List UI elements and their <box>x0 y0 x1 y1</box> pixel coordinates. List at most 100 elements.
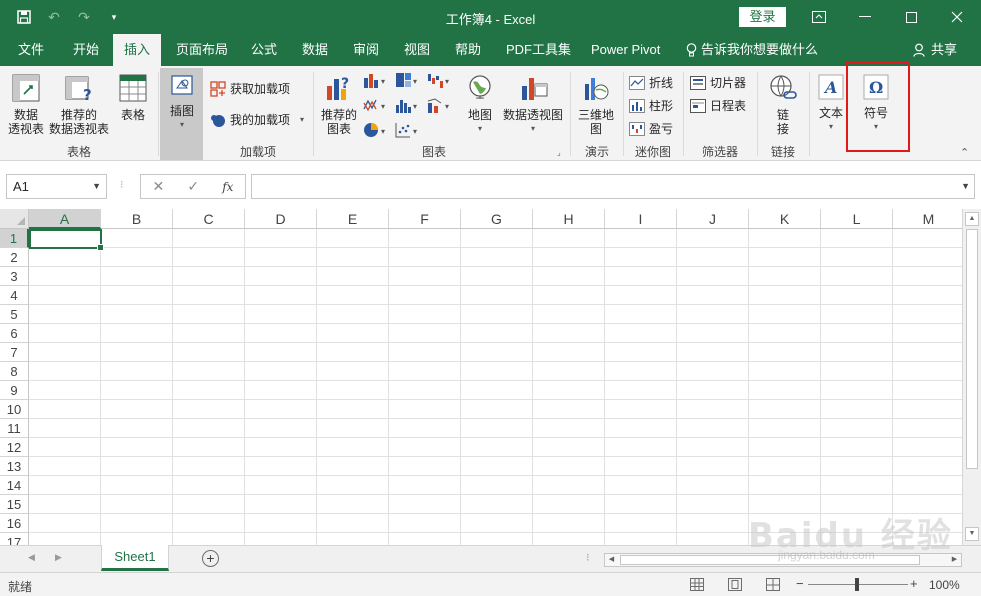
sparkline-column-button[interactable]: 柱形 <box>629 97 673 114</box>
insert-function-icon[interactable]: fx <box>222 180 233 194</box>
row-header[interactable]: 4 <box>0 286 29 305</box>
scatter-chart-icon[interactable]: ▾ <box>395 122 427 141</box>
column-header[interactable]: L <box>821 209 893 229</box>
minimize-icon[interactable] <box>842 0 888 34</box>
page-layout-view-icon[interactable] <box>728 578 742 591</box>
cancel-icon[interactable]: ✕ <box>153 178 165 195</box>
prev-sheet-icon[interactable]: ◀ <box>28 552 35 563</box>
zoom-in-icon[interactable]: + <box>910 576 918 591</box>
column-header[interactable]: K <box>749 209 821 229</box>
my-addins-button[interactable]: 我的加载项 ▾ <box>210 111 304 128</box>
tab-file[interactable]: 文件 <box>18 34 44 66</box>
map-button[interactable]: 地图 ▾ <box>462 74 498 136</box>
sparkline-line-button[interactable]: 折线 <box>629 74 673 91</box>
share-button[interactable]: 共享 <box>913 34 957 66</box>
statistic-chart-icon[interactable]: ▾ <box>395 97 427 116</box>
row-header[interactable]: 10 <box>0 400 29 419</box>
chevron-down-icon[interactable]: ▼ <box>92 175 101 198</box>
row-header[interactable]: 12 <box>0 438 29 457</box>
sparkline-winloss-button[interactable]: 盈亏 <box>629 120 673 137</box>
tab-page-layout[interactable]: 页面布局 <box>176 34 228 66</box>
vertical-scrollbar[interactable]: ▲ ▼ <box>962 209 981 545</box>
link-button[interactable]: 链 接 <box>764 74 802 136</box>
row-header[interactable]: 16 <box>0 514 29 533</box>
column-header[interactable]: I <box>605 209 677 229</box>
column-header[interactable]: D <box>245 209 317 229</box>
pivot-chart-button[interactable]: 数据透视图 ▾ <box>500 74 566 136</box>
column-header[interactable]: E <box>317 209 389 229</box>
tab-formulas[interactable]: 公式 <box>251 34 277 66</box>
scroll-down-icon[interactable]: ▼ <box>965 527 979 541</box>
tab-data[interactable]: 数据 <box>302 34 328 66</box>
formula-input[interactable]: ▼ <box>251 174 975 199</box>
pie-chart-icon[interactable]: ▾ <box>363 122 395 141</box>
row-header[interactable]: 6 <box>0 324 29 343</box>
add-sheet-icon[interactable]: + <box>202 550 219 567</box>
tab-insert[interactable]: 插入 <box>113 34 161 67</box>
tab-view[interactable]: 视图 <box>404 34 430 66</box>
column-header[interactable]: J <box>677 209 749 229</box>
column-header[interactable]: G <box>461 209 533 229</box>
select-all-corner[interactable] <box>0 209 29 229</box>
column-chart-icon[interactable]: ▾ <box>363 72 395 91</box>
normal-view-icon[interactable] <box>690 578 704 591</box>
row-header[interactable]: 17 <box>0 533 29 545</box>
timeline-button[interactable]: 日程表 <box>690 97 746 114</box>
tab-help[interactable]: 帮助 <box>455 34 481 66</box>
name-box[interactable]: A1 ▼ <box>6 174 107 199</box>
page-break-view-icon[interactable] <box>766 578 780 591</box>
dialog-launcher-icon[interactable]: ⌟ <box>557 148 561 157</box>
waterfall-chart-icon[interactable]: ▾ <box>427 72 459 91</box>
row-header[interactable]: 3 <box>0 267 29 286</box>
row-header[interactable]: 14 <box>0 476 29 495</box>
hierarchy-chart-icon[interactable]: ▾ <box>395 72 427 91</box>
row-header[interactable]: 5 <box>0 305 29 324</box>
table-button[interactable]: 表格 <box>116 74 150 122</box>
cell-area[interactable] <box>29 229 962 545</box>
login-button[interactable]: 登录 <box>739 7 786 27</box>
text-button[interactable]: A 文本 ▾ <box>813 74 849 134</box>
sheet-tab-sheet1[interactable]: Sheet1 <box>101 545 169 571</box>
row-header[interactable]: 7 <box>0 343 29 362</box>
line-chart-icon[interactable]: ▾ <box>363 97 395 116</box>
close-icon[interactable] <box>934 0 980 34</box>
column-header[interactable]: M <box>893 209 962 229</box>
worksheet-grid[interactable]: ABCDEFGHIJKLM 1 2 3 4 5 6 7 8 9 10 11 12 13 14 15 16 17 <box>0 209 962 545</box>
next-sheet-icon[interactable]: ▶ <box>55 552 62 563</box>
3d-map-button[interactable]: 三维地 图 <box>574 74 618 136</box>
column-header[interactable]: H <box>533 209 605 229</box>
row-header[interactable]: 15 <box>0 495 29 514</box>
zoom-level[interactable]: 100% <box>929 578 960 592</box>
vertical-scroll-thumb[interactable] <box>966 229 978 469</box>
combo-chart-icon[interactable]: ▾ <box>427 97 459 116</box>
recommended-pivot-button[interactable]: ? 推荐的 数据透视表 <box>48 74 110 136</box>
active-cell[interactable] <box>29 229 104 251</box>
row-header[interactable]: 13 <box>0 457 29 476</box>
scroll-left-icon[interactable]: ◀ <box>605 554 618 566</box>
tab-pdf-tools[interactable]: PDF工具集 <box>506 34 571 66</box>
column-header[interactable]: B <box>101 209 173 229</box>
enter-icon[interactable]: ✓ <box>187 178 199 195</box>
tab-split-handle-icon[interactable]: ⁝ <box>586 551 590 564</box>
row-header[interactable]: 11 <box>0 419 29 438</box>
row-header[interactable]: 2 <box>0 248 29 267</box>
collapse-ribbon-icon[interactable]: ⌃ <box>960 146 969 159</box>
slicer-button[interactable]: 切片器 <box>690 74 746 91</box>
get-addins-button[interactable]: 获取加载项 <box>210 80 290 97</box>
zoom-out-icon[interactable]: − <box>796 576 804 591</box>
tell-me-search[interactable]: 告诉我你想要做什么 <box>686 34 818 66</box>
row-header[interactable]: 1 <box>0 229 29 248</box>
column-header[interactable]: F <box>389 209 461 229</box>
tab-home[interactable]: 开始 <box>73 34 99 66</box>
zoom-slider-thumb[interactable] <box>855 578 859 591</box>
illustrations-button[interactable]: 插图 ▾ <box>162 74 202 132</box>
row-header[interactable]: 8 <box>0 362 29 381</box>
maximize-icon[interactable] <box>888 0 934 34</box>
column-header[interactable]: C <box>173 209 245 229</box>
row-header[interactable]: 9 <box>0 381 29 400</box>
recommended-charts-button[interactable]: ? 推荐的 图表 <box>318 74 360 136</box>
column-header[interactable]: A <box>29 209 101 229</box>
tab-review[interactable]: 审阅 <box>353 34 379 66</box>
ribbon-display-icon[interactable] <box>796 0 842 34</box>
pivot-table-button[interactable]: 数据 透视表 <box>6 74 46 136</box>
